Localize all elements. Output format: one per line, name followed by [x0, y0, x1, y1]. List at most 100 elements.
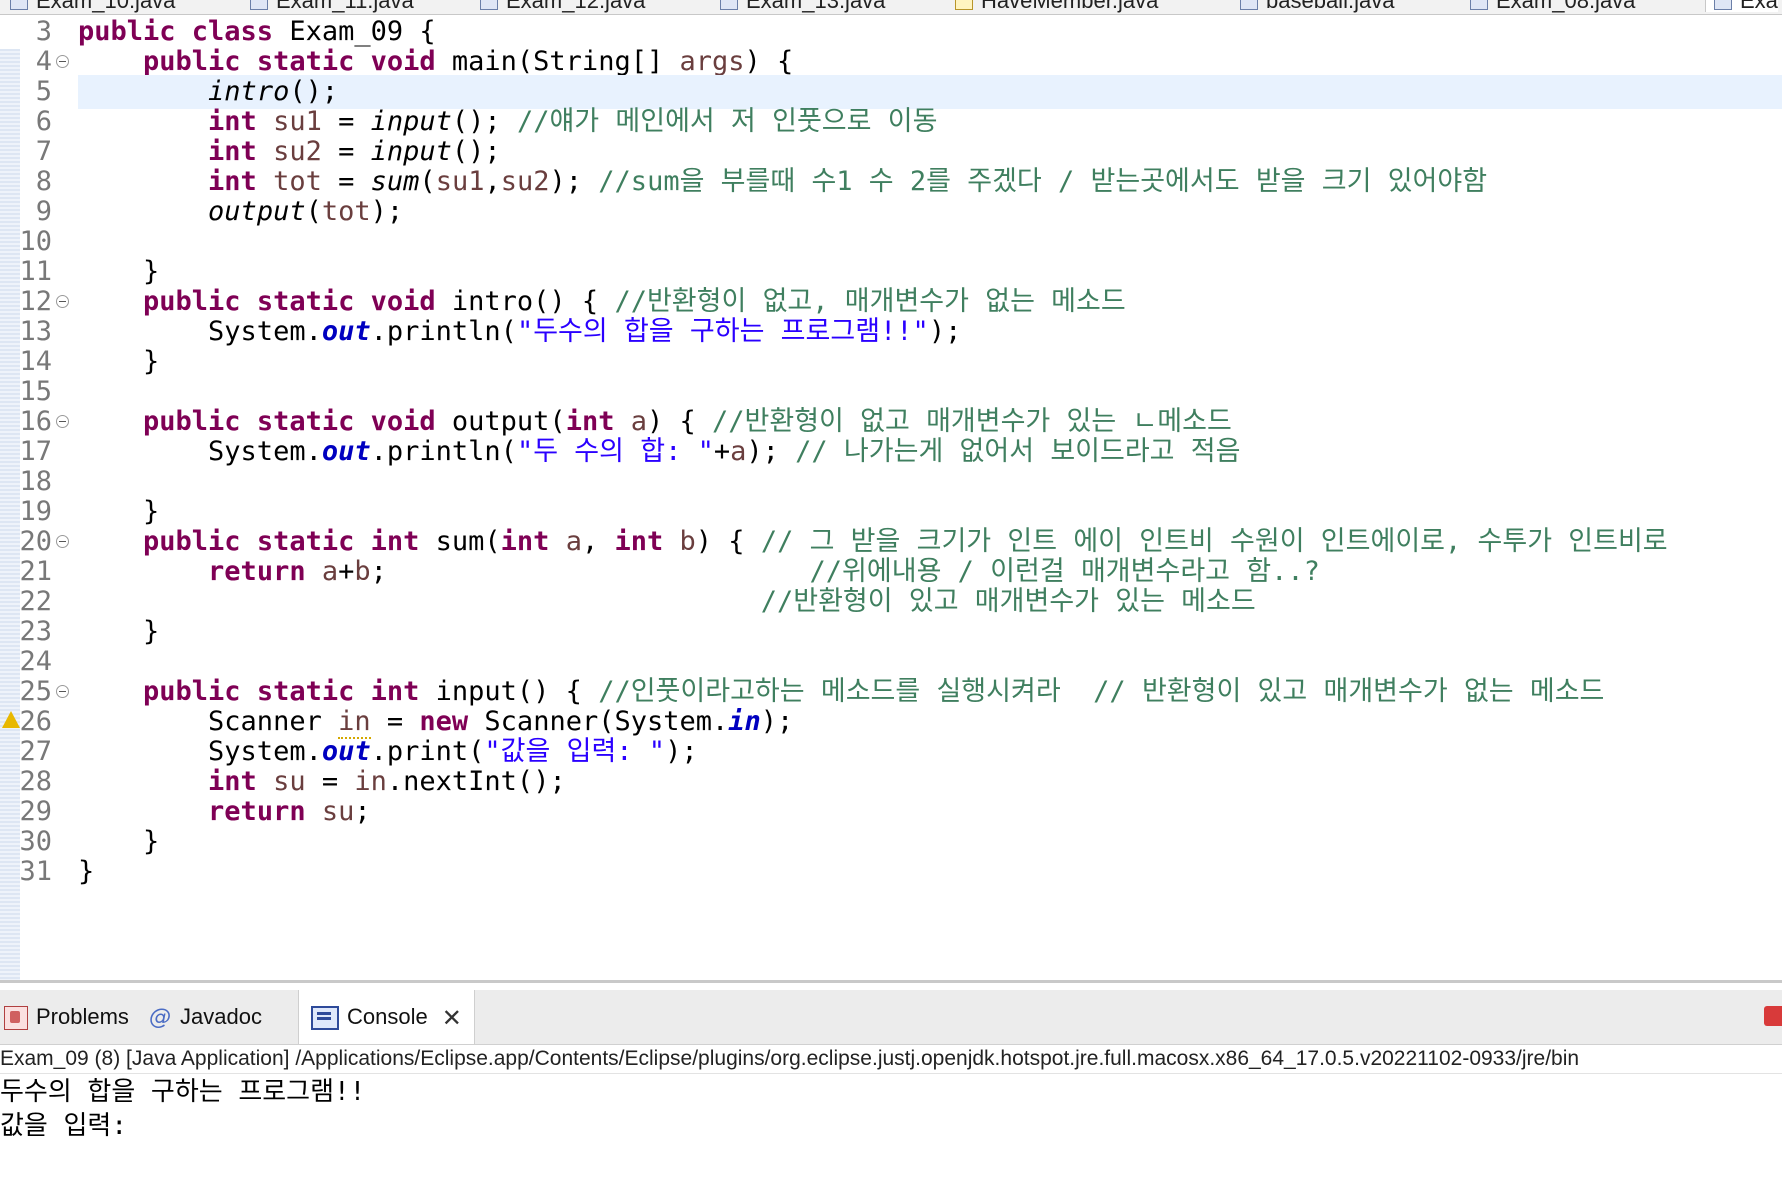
line-number: 28 [19, 766, 52, 797]
tab-console[interactable]: Console ✕ [298, 990, 475, 1044]
code-line[interactable]: 21 return a+b; //위에내용 / 이런걸 매개변수라고 함..? [0, 555, 1782, 589]
code-text: return su; [78, 795, 1782, 829]
code-token: su2 [500, 166, 550, 197]
code-line[interactable]: 18 [0, 465, 1782, 499]
code-token: //위에내용 / 이런걸 매개변수라고 함..? [809, 556, 1320, 587]
code-line[interactable]: 23 } [0, 615, 1782, 649]
line-number: 31 [19, 856, 52, 887]
code-line[interactable]: 6 int su1 = input(); //얘가 메인에서 저 인풋으로 이동 [0, 105, 1782, 139]
code-line[interactable]: 7 int su2 = input(); [0, 135, 1782, 169]
code-line[interactable]: 14 } [0, 345, 1782, 379]
code-token: public class [78, 16, 290, 47]
code-line[interactable]: 11 } [0, 255, 1782, 289]
code-line[interactable]: 16 public static void output(int a) { //… [0, 405, 1782, 439]
fold-collapse-icon[interactable] [56, 415, 69, 428]
editor-tab[interactable]: Exam_08.java [1470, 0, 1635, 12]
code-text: } [78, 255, 1782, 289]
code-line[interactable]: 5 intro(); [0, 75, 1782, 109]
fold-collapse-icon[interactable] [56, 685, 69, 698]
editor-tab[interactable]: Exam_11.java [250, 0, 414, 12]
code-token: ); [370, 196, 404, 227]
code-line[interactable]: 4 public static void main(String[] args)… [0, 45, 1782, 79]
java-file-icon [1470, 0, 1488, 11]
fold-collapse-icon[interactable] [56, 295, 69, 308]
code-token: System. [78, 736, 322, 767]
code-token: int [208, 166, 274, 197]
code-editor[interactable]: 3 public class Exam_09 {4 public static v… [0, 15, 1782, 980]
code-line[interactable]: 26 Scanner in = new Scanner(System.in); [0, 705, 1782, 739]
code-text: int su1 = input(); //얘가 메인에서 저 인풋으로 이동 [78, 105, 1782, 139]
line-number: 15 [19, 376, 52, 407]
code-line[interactable]: 25 public static int input() { //인풋이라고하는… [0, 675, 1782, 709]
code-line[interactable]: 3 public class Exam_09 { [0, 15, 1782, 49]
code-text: int tot = sum(su1,su2); //sum을 부를때 수1 수 … [78, 165, 1782, 199]
code-token: int [208, 136, 274, 167]
code-token: Scanner(System. [484, 706, 729, 737]
code-line[interactable]: 31} [0, 855, 1782, 889]
code-token: intro() { [451, 286, 615, 317]
warning-icon[interactable] [2, 711, 20, 728]
code-text: public static void intro() { //반환형이 없고, … [78, 285, 1782, 319]
code-line[interactable]: 20 public static int sum(int a, int b) {… [0, 525, 1782, 559]
code-line[interactable]: 13 System.out.println("두수의 합을 구하는 프로그램!!… [0, 315, 1782, 349]
code-token: .println( [370, 436, 517, 467]
view-separator[interactable] [0, 980, 1782, 983]
code-token: su1 [273, 106, 322, 137]
tab-javadoc-label: Javadoc [180, 1004, 262, 1029]
code-line[interactable]: 22 //반환형이 있고 매개변수가 있는 메소드 [0, 585, 1782, 619]
code-line[interactable]: 9 output(tot); [0, 195, 1782, 229]
problems-icon [4, 1006, 28, 1031]
tab-problems[interactable]: Problems [4, 990, 141, 1044]
fold-collapse-icon[interactable] [56, 535, 69, 548]
close-icon[interactable]: ✕ [442, 991, 462, 1045]
code-token: ) { [744, 46, 794, 77]
line-number: 11 [19, 256, 52, 287]
code-token: + [338, 556, 355, 587]
code-line[interactable]: 28 int su = in.nextInt(); [0, 765, 1782, 799]
code-token: in [354, 766, 387, 797]
code-line[interactable]: 12 public static void intro() { //반환형이 없… [0, 285, 1782, 319]
fold-collapse-icon[interactable] [56, 55, 69, 68]
editor-tab[interactable]: Exam_13.java [720, 0, 885, 12]
editor-tab-label: Exa [1740, 0, 1778, 13]
editor-tab[interactable]: Exa [1705, 0, 1778, 12]
code-text: Scanner in = new Scanner(System.in); [78, 705, 1782, 739]
terminate-icon[interactable] [1764, 1006, 1782, 1026]
console-icon [311, 1006, 339, 1031]
code-token: "두 수의 합: " [516, 436, 714, 467]
code-line[interactable]: 15 [0, 375, 1782, 409]
editor-tab-label: baseball.java [1266, 0, 1395, 13]
code-line[interactable]: 24 [0, 645, 1782, 679]
line-number: 24 [19, 646, 52, 677]
editor-tab[interactable]: Exam_12.java [480, 0, 645, 12]
code-token: public static int [143, 676, 436, 707]
code-token: System. [78, 316, 322, 347]
line-number: 8 [35, 166, 52, 197]
code-line[interactable]: 30 } [0, 825, 1782, 859]
code-line[interactable]: 27 System.out.print("값을 입력: "); [0, 735, 1782, 769]
code-line[interactable]: 19 } [0, 495, 1782, 529]
code-line[interactable]: 29 return su; [0, 795, 1782, 829]
javadoc-icon: @ [149, 1005, 171, 1031]
tab-javadoc[interactable]: @ Javadoc [148, 990, 270, 1044]
code-token: "값을 입력: " [484, 736, 666, 767]
code-line[interactable]: 17 System.out.println("두 수의 합: "+a); // … [0, 435, 1782, 469]
line-number: 25 [19, 676, 52, 707]
line-number: 9 [35, 196, 52, 227]
code-line[interactable]: 8 int tot = sum(su1,su2); //sum을 부를때 수1 … [0, 165, 1782, 199]
code-text: return a+b; //위에내용 / 이런걸 매개변수라고 함..? [78, 555, 1782, 589]
code-token: int [208, 106, 274, 137]
code-line[interactable]: 10 [0, 225, 1782, 259]
editor-tab[interactable]: Exam_10.java [10, 0, 175, 12]
code-token: output( [451, 406, 566, 437]
code-token: } [78, 346, 160, 377]
editor-tab[interactable]: HaveMember.java [955, 0, 1158, 12]
editor-tab[interactable]: baseball.java [1240, 0, 1394, 12]
